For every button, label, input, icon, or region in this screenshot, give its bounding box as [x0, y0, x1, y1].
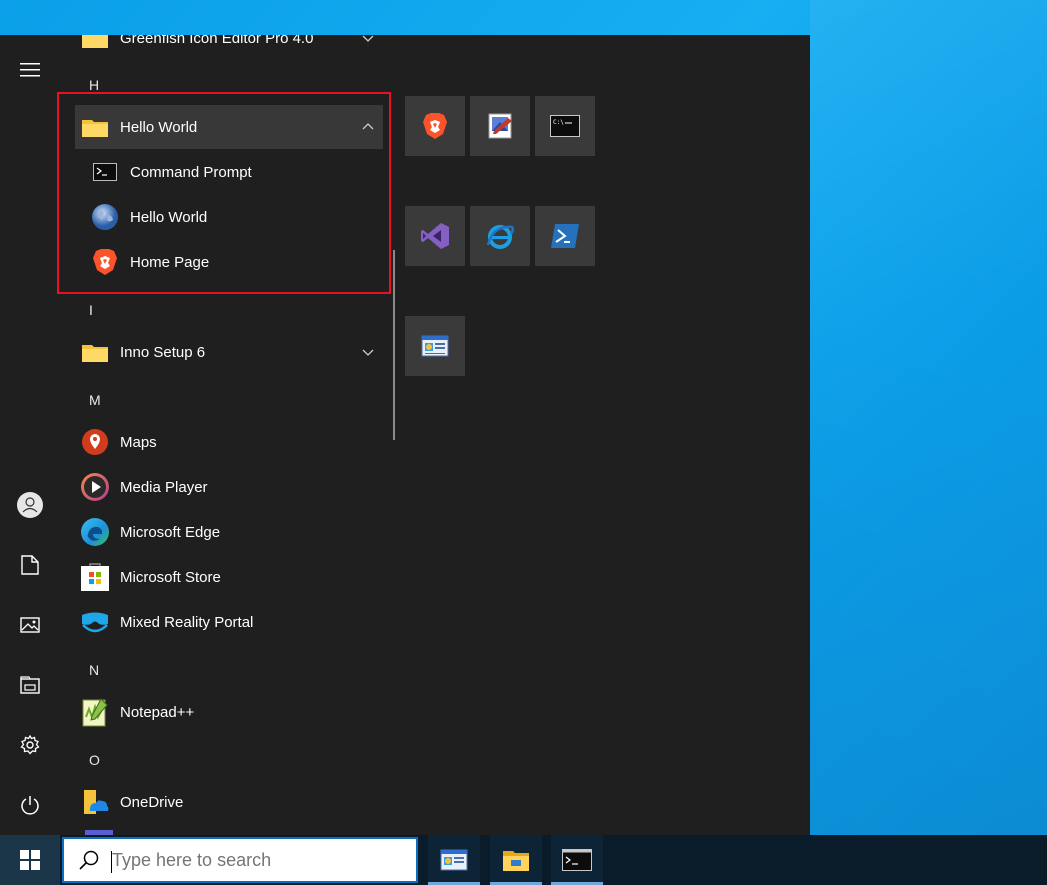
hamburger-icon	[20, 63, 40, 77]
media-player-icon	[80, 472, 110, 502]
app-label: Greenfish Icon Editor Pro 4.0	[120, 35, 314, 47]
file-explorer-icon	[20, 676, 40, 694]
tile-brave[interactable]	[405, 96, 465, 156]
user-icon	[17, 492, 43, 518]
file-explorer-icon	[503, 851, 529, 871]
app-item-notepadpp[interactable]: Notepad++	[75, 690, 383, 734]
app-label: Inno Setup 6	[120, 343, 206, 361]
highlight-annotation-box	[57, 92, 391, 294]
cmd-icon: C:\	[550, 115, 580, 137]
maps-icon	[80, 427, 110, 457]
group-header-o[interactable]: O	[89, 752, 100, 768]
app-label: Microsoft Edge	[120, 523, 221, 541]
text-caret	[111, 851, 112, 873]
settings-button[interactable]	[0, 721, 60, 769]
app-label: Notepad++	[120, 703, 195, 721]
app-list-scrollbar[interactable]	[393, 250, 395, 440]
app-item-microsoft-edge[interactable]: Microsoft Edge	[75, 510, 383, 554]
app-item-maps[interactable]: Maps	[75, 420, 383, 464]
app-label: OneDrive	[120, 793, 184, 811]
powershell-icon	[551, 224, 579, 248]
tile-powershell[interactable]	[535, 206, 595, 266]
group-header-i[interactable]: I	[89, 302, 93, 318]
tile-cmd[interactable]: C:\	[535, 96, 595, 156]
power-button[interactable]	[0, 781, 60, 829]
gear-icon	[20, 735, 40, 755]
pictures-button[interactable]	[0, 601, 60, 649]
file-explorer-button[interactable]	[0, 661, 60, 709]
chevron-down-icon	[362, 35, 374, 42]
start-button[interactable]	[0, 835, 60, 885]
svg-text:C:\: C:\	[553, 119, 564, 126]
app-item-greenfish[interactable]: Greenfish Icon Editor Pro 4.0	[75, 35, 383, 60]
app-item-media-player[interactable]: Media Player	[75, 465, 383, 509]
search-input[interactable]	[112, 849, 402, 871]
user-account-button[interactable]	[0, 481, 60, 529]
taskbar-app-file-explorer[interactable]	[490, 835, 542, 885]
app-item-mixed-reality-portal[interactable]: Mixed Reality Portal	[75, 600, 383, 644]
hamburger-button[interactable]	[0, 46, 60, 94]
documents-button[interactable]	[0, 541, 60, 589]
edge-icon	[80, 517, 110, 547]
app-label: Mixed Reality Portal	[120, 613, 254, 631]
app-item-onedrive[interactable]: OneDrive	[75, 780, 383, 824]
tile-greenfish[interactable]	[470, 96, 530, 156]
windows-logo-icon	[20, 850, 40, 870]
start-left-rail	[0, 35, 60, 835]
search-icon	[79, 850, 99, 870]
desktop-wallpaper	[810, 0, 1047, 835]
taskbar	[0, 835, 1047, 885]
app-item-microsoft-store[interactable]: Microsoft Store	[75, 555, 383, 599]
pictures-icon	[20, 617, 40, 633]
power-icon	[21, 796, 39, 815]
store-icon	[80, 562, 110, 592]
group-header-m[interactable]: M	[89, 392, 101, 408]
brave-icon	[423, 113, 447, 139]
control-panel-icon	[421, 335, 449, 357]
app-folder-inno-setup[interactable]: Inno Setup 6	[75, 330, 383, 374]
taskbar-search-box[interactable]	[62, 837, 418, 883]
control-panel-icon	[440, 849, 468, 871]
notepadpp-icon	[80, 697, 110, 727]
ie-icon	[486, 225, 515, 249]
taskbar-app-cmd[interactable]	[551, 835, 603, 885]
group-header-h[interactable]: H	[89, 77, 99, 93]
mixed-reality-icon	[80, 607, 110, 637]
app-label: Maps	[120, 433, 157, 451]
tile-visual-studio[interactable]	[405, 206, 465, 266]
folder-icon	[80, 35, 110, 53]
visual-studio-icon	[421, 223, 449, 249]
start-menu: Greenfish Icon Editor Pro 4.0 H Hello Wo…	[0, 35, 810, 835]
tile-internet-explorer[interactable]	[470, 206, 530, 266]
folder-icon	[80, 337, 110, 367]
app-label: Microsoft Store	[120, 568, 221, 586]
tile-control-panel[interactable]	[405, 316, 465, 376]
greenfish-icon	[488, 113, 512, 139]
cmd-icon	[562, 849, 592, 871]
taskbar-app-control-panel[interactable]	[428, 835, 480, 885]
onedrive-icon	[80, 787, 110, 817]
documents-icon	[21, 555, 39, 575]
app-label: Media Player	[120, 478, 208, 496]
chevron-down-icon	[362, 349, 374, 356]
group-header-n[interactable]: N	[89, 662, 99, 678]
